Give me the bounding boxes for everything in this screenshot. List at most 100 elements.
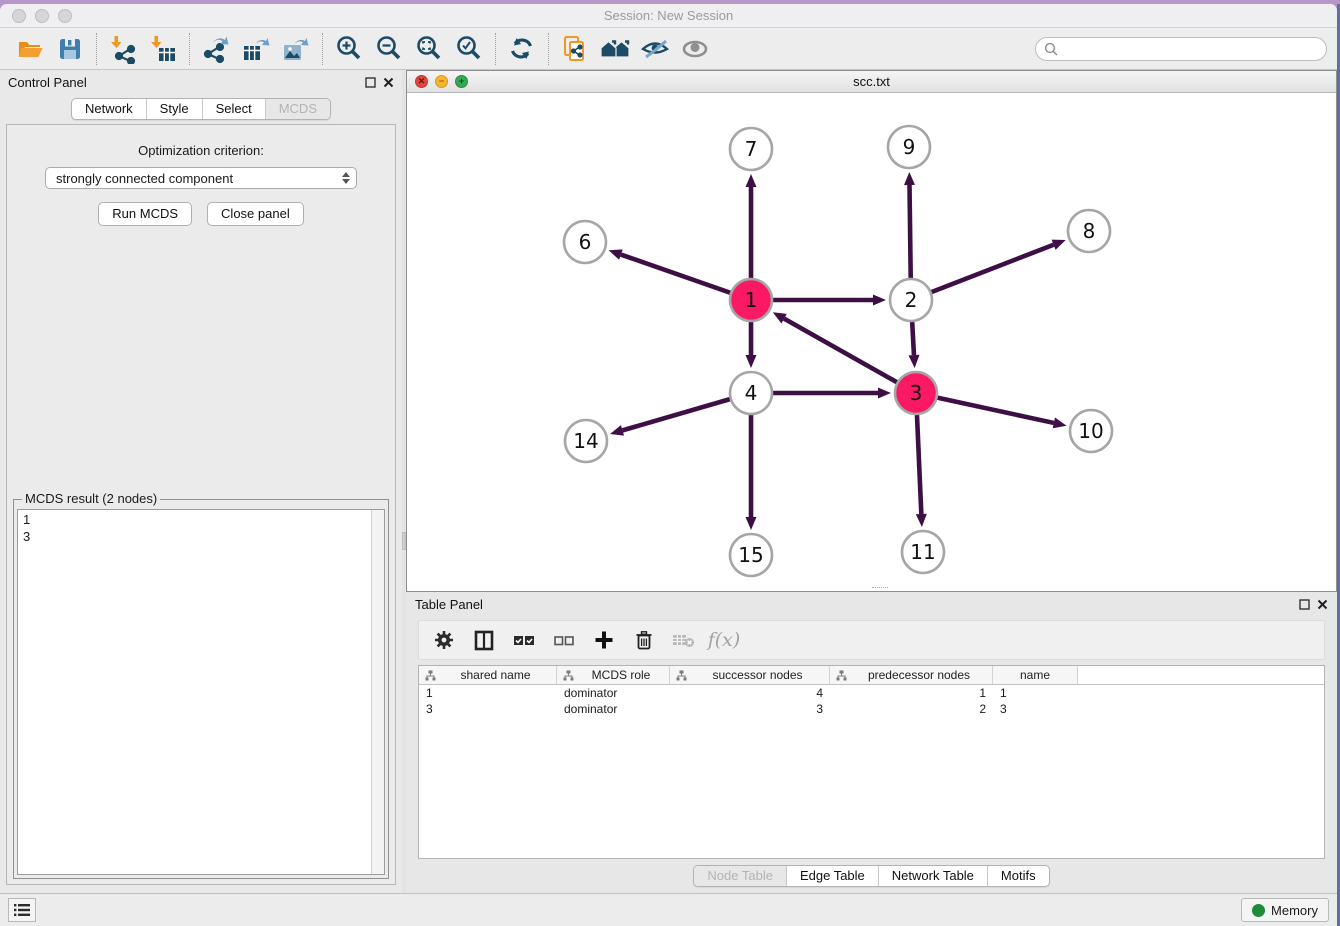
edge-arrowhead — [873, 295, 886, 306]
panel-splitter[interactable] — [402, 70, 406, 893]
graph-node-4[interactable]: 4 — [730, 372, 772, 414]
close-panel-button[interactable]: Close panel — [207, 202, 304, 226]
show-columns-button[interactable] — [469, 625, 499, 655]
graph-node-7[interactable]: 7 — [730, 128, 772, 170]
graph-node-11[interactable]: 11 — [902, 531, 944, 573]
result-scrollbar[interactable] — [371, 510, 384, 874]
column-type-icon — [563, 670, 574, 681]
save-session-button[interactable] — [50, 32, 90, 66]
zoom-selected-button[interactable] — [449, 32, 489, 66]
edge-arrowhead — [746, 517, 757, 530]
close-panel-icon[interactable] — [1317, 599, 1328, 610]
export-table-button[interactable] — [236, 32, 276, 66]
graph-node-10[interactable]: 10 — [1070, 410, 1112, 452]
float-panel-icon[interactable] — [365, 77, 376, 88]
network-resize-grip[interactable] — [872, 587, 888, 591]
tab-network[interactable]: Network — [72, 99, 146, 119]
network-graph[interactable]: 7 9 6 8 1 2 4 3 14 10 15 11 — [407, 93, 1336, 591]
edge-arrowhead — [904, 172, 915, 185]
run-mcds-button[interactable]: Run MCDS — [98, 202, 192, 226]
tab-select[interactable]: Select — [202, 99, 265, 119]
network-canvas[interactable]: 7 9 6 8 1 2 4 3 14 10 15 11 — [407, 93, 1336, 591]
refresh-icon — [507, 34, 537, 64]
homes-icon — [598, 34, 632, 64]
graph-node-8[interactable]: 8 — [1068, 210, 1110, 252]
column-header-successor-nodes[interactable]: successor nodes — [670, 666, 830, 684]
close-panel-icon[interactable] — [383, 77, 394, 88]
criterion-value: strongly connected component — [56, 171, 342, 186]
network-view-window: ✕ − + scc.txt 7968124314101511 — [406, 70, 1337, 592]
zoom-in-button[interactable] — [329, 32, 369, 66]
column-header-name[interactable]: name — [993, 666, 1078, 684]
zoom-in-icon — [334, 34, 364, 64]
delete-column-button[interactable] — [629, 625, 659, 655]
graph-node-1[interactable]: 1 — [730, 279, 772, 321]
float-panel-icon[interactable] — [1299, 599, 1310, 610]
table-settings-button[interactable] — [429, 625, 459, 655]
create-column-button[interactable] — [589, 625, 619, 655]
export-image-icon — [281, 34, 311, 64]
table-cell: 1 — [830, 686, 993, 700]
import-table-button[interactable] — [143, 32, 183, 66]
tab-network-table[interactable]: Network Table — [878, 866, 987, 886]
zoom-selected-icon — [454, 34, 484, 64]
edge-arrowhead — [746, 355, 757, 368]
graph-node-6[interactable]: 6 — [564, 221, 606, 263]
table-row[interactable]: 1dominator411 — [419, 685, 1324, 701]
zoom-fit-button[interactable] — [409, 32, 449, 66]
tab-edge-table[interactable]: Edge Table — [786, 866, 878, 886]
graph-node-2[interactable]: 2 — [890, 279, 932, 321]
graph-edge-2-8[interactable] — [911, 245, 1054, 300]
node-label: 3 — [910, 381, 923, 405]
table-cell: 2 — [830, 702, 993, 716]
node-label: 15 — [738, 543, 763, 567]
zoom-out-button[interactable] — [369, 32, 409, 66]
memory-button[interactable]: Memory — [1241, 898, 1329, 922]
node-label: 1 — [745, 288, 758, 312]
search-input[interactable] — [1063, 42, 1318, 56]
splitter-grip[interactable] — [402, 532, 406, 550]
node-label: 7 — [745, 137, 758, 161]
import-network-button[interactable] — [103, 32, 143, 66]
column-header-predecessor-nodes[interactable]: predecessor nodes — [830, 666, 993, 684]
criterion-select[interactable]: strongly connected component — [45, 167, 357, 189]
graph-node-9[interactable]: 9 — [888, 126, 930, 168]
control-panel: Control Panel NetworkStyleSelectMCDS Opt… — [0, 70, 402, 893]
tab-node-table[interactable]: Node Table — [694, 866, 786, 886]
select-all-button[interactable] — [509, 625, 539, 655]
task-history-button[interactable] — [8, 898, 36, 922]
deselect-all-button[interactable] — [549, 625, 579, 655]
graph-node-3[interactable]: 3 — [895, 372, 937, 414]
node-label: 11 — [910, 540, 935, 564]
column-header-MCDS-role[interactable]: MCDS role — [557, 666, 670, 684]
first-neighbors-button[interactable] — [595, 32, 635, 66]
tab-style[interactable]: Style — [146, 99, 202, 119]
eye-icon — [680, 34, 710, 64]
edge-arrowhead — [746, 174, 757, 187]
delete-table-button[interactable] — [669, 625, 699, 655]
zoom-out-icon — [374, 34, 404, 64]
graph-edge-3-1[interactable] — [784, 319, 916, 393]
status-bar: Memory — [0, 893, 1337, 926]
table-body: 1dominator4113dominator323 — [419, 685, 1324, 717]
clone-network-button[interactable] — [555, 32, 595, 66]
graph-node-15[interactable]: 15 — [730, 534, 772, 576]
table-cell: 3 — [993, 702, 1078, 716]
export-image-button[interactable] — [276, 32, 316, 66]
hide-selected-button[interactable] — [635, 32, 675, 66]
result-line: 1 — [23, 511, 366, 528]
export-network-button[interactable] — [196, 32, 236, 66]
tab-mcds[interactable]: MCDS — [265, 99, 330, 119]
tab-motifs[interactable]: Motifs — [987, 866, 1049, 886]
gear-icon — [433, 629, 455, 651]
column-header-label: name — [999, 668, 1071, 682]
memory-label: Memory — [1271, 903, 1318, 918]
open-session-button[interactable] — [10, 32, 50, 66]
show-all-button[interactable] — [675, 32, 715, 66]
plus-icon — [593, 629, 615, 651]
graph-node-14[interactable]: 14 — [565, 420, 607, 462]
function-builder-button[interactable]: f(x) — [709, 625, 739, 655]
apply-layout-button[interactable] — [502, 32, 542, 66]
table-row[interactable]: 3dominator323 — [419, 701, 1324, 717]
column-header-shared-name[interactable]: shared name — [419, 666, 557, 684]
